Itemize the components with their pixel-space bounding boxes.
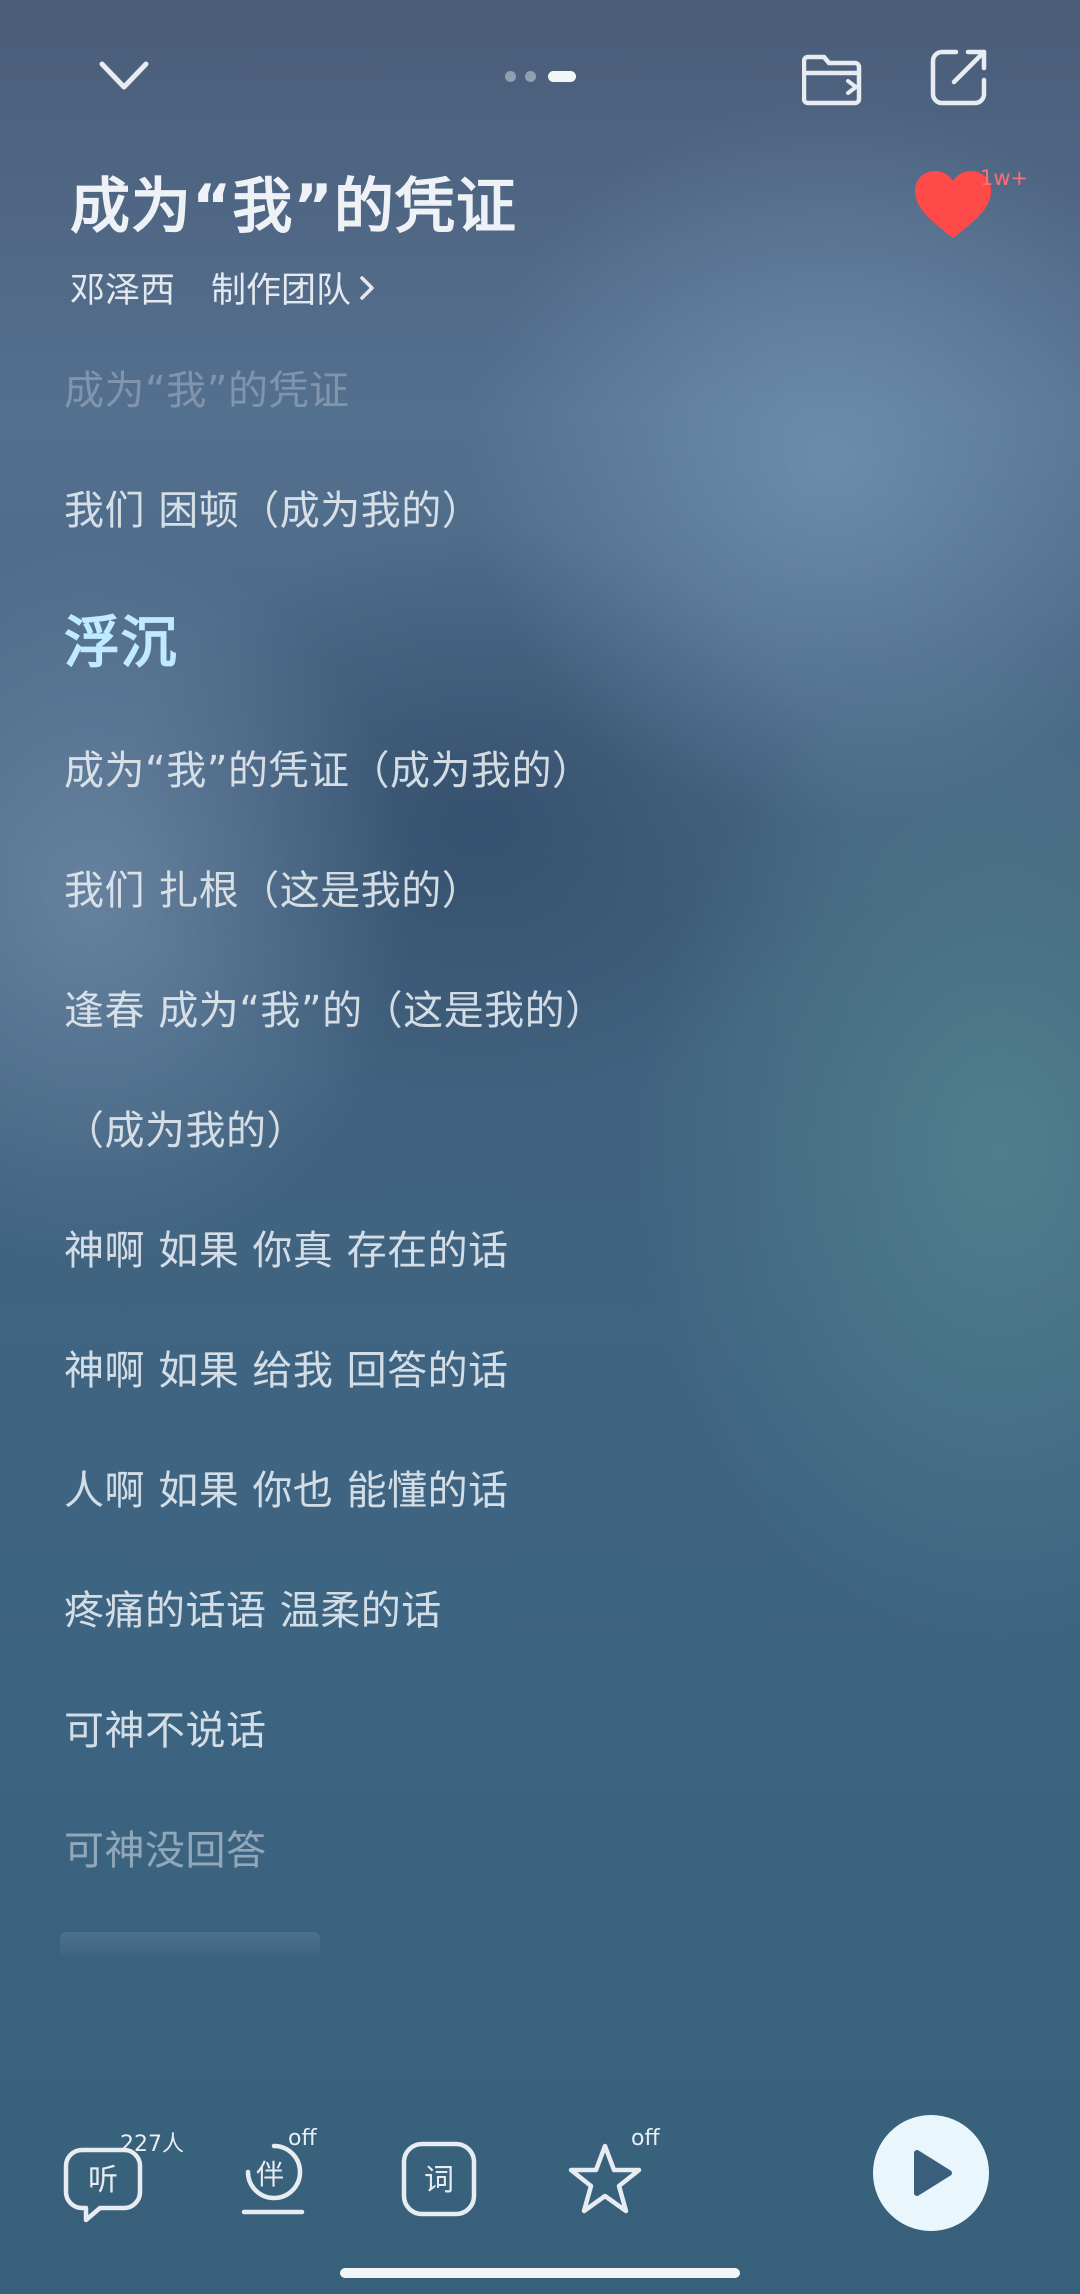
listen-glyph: 听	[88, 2163, 118, 2198]
home-indicator	[340, 2268, 740, 2278]
lyric-mode-icon: 词	[401, 2141, 477, 2217]
play-button[interactable]	[873, 2115, 989, 2231]
lyric-line[interactable]: 可神不说话	[64, 1698, 267, 1756]
accompaniment-icon: 伴	[241, 2143, 305, 2215]
lyric-line[interactable]: 疼痛的话语 温柔的话	[64, 1578, 442, 1636]
lyric-line-current[interactable]: 浮沉	[64, 598, 177, 679]
listener-count: 227人	[120, 2132, 184, 2157]
lyric-line[interactable]: 成为“我”的凭证	[64, 358, 349, 416]
lyric-line[interactable]: 可神没回答	[64, 1818, 267, 1876]
listen-together-button[interactable]: 听 227人	[60, 2132, 184, 2230]
lyric-line[interactable]: （成为我的）	[64, 1098, 307, 1156]
accompaniment-status: off	[288, 2126, 317, 2151]
lyric-line[interactable]: 神啊 如果 给我 回答的话	[64, 1338, 509, 1396]
lyrics-panel[interactable]: 成为“我”的凭证 我们 困顿（成为我的） 浮沉 成为“我”的凭证（成为我的） 我…	[0, 0, 1080, 2294]
play-icon	[914, 2150, 952, 2196]
accompaniment-glyph: 伴	[256, 2158, 284, 2191]
lyric-mode-button[interactable]: 词	[400, 2140, 490, 2230]
lyric-line[interactable]: 人啊 如果 你也 能懂的话	[64, 1458, 509, 1516]
favorite-status: off	[631, 2126, 660, 2151]
lyric-line[interactable]: 逢春 成为“我”的（这是我的）	[64, 978, 606, 1036]
lyric-line[interactable]: 我们 扎根（这是我的）	[64, 858, 482, 916]
accompaniment-button[interactable]: 伴 off	[240, 2126, 330, 2230]
lyric-line[interactable]: 我们 困顿（成为我的）	[64, 478, 482, 536]
lyric-glyph: 词	[424, 2163, 454, 2198]
lyric-line[interactable]: 神啊 如果 你真 存在的话	[64, 1218, 509, 1276]
lyric-fade-out	[60, 1932, 320, 1960]
star-icon	[568, 2143, 642, 2214]
favorite-button[interactable]: off	[565, 2126, 660, 2230]
lyric-line[interactable]: 成为“我”的凭证（成为我的）	[64, 738, 592, 796]
